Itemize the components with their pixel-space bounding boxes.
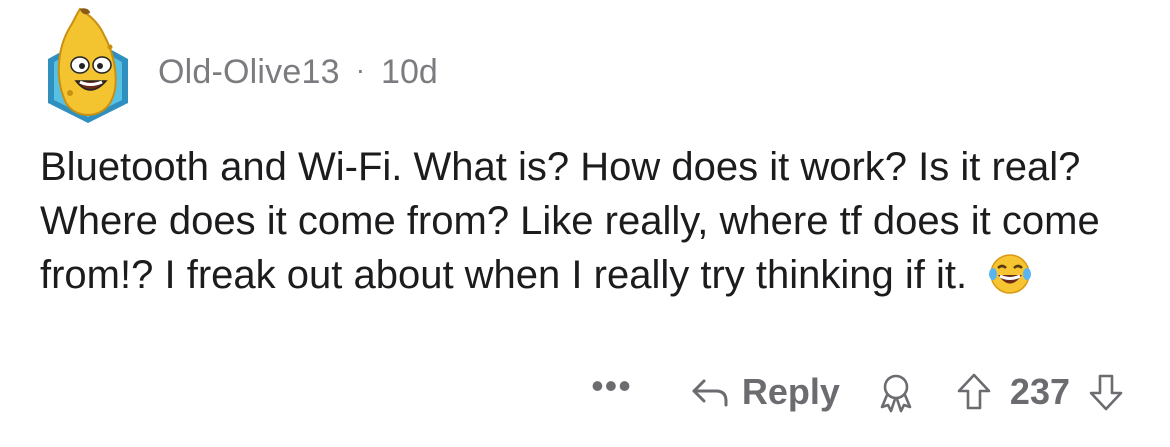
comment-header: Old-Olive13 · 10d	[40, 0, 438, 130]
upvote-arrow-icon[interactable]	[956, 372, 992, 412]
award-icon	[880, 374, 912, 413]
comment-body: Bluetooth and Wi-Fi. What is? How does i…	[40, 140, 1130, 302]
more-options-button[interactable]: •••	[591, 365, 632, 407]
meta-separator: ·	[355, 54, 366, 85]
comment-actions: ••• Reply 237	[591, 362, 1124, 422]
award-button[interactable]	[876, 371, 916, 413]
vote-controls: 237	[956, 371, 1124, 413]
reply-arrow-icon	[692, 379, 728, 407]
downvote-arrow-icon[interactable]	[1088, 372, 1124, 412]
reply-label: Reply	[741, 371, 840, 412]
comment-meta: Old-Olive13 · 10d	[158, 53, 438, 92]
username[interactable]: Old-Olive13	[158, 53, 340, 92]
comment-age: 10d	[381, 52, 438, 91]
banana-avatar-icon	[48, 7, 128, 123]
laughing-crying-emoji-icon	[989, 254, 1032, 294]
user-avatar[interactable]	[40, 7, 136, 123]
reply-button[interactable]: Reply	[690, 371, 840, 413]
comment-text: Bluetooth and Wi-Fi. What is? How does i…	[40, 145, 1100, 297]
vote-count: 237	[1009, 371, 1070, 412]
